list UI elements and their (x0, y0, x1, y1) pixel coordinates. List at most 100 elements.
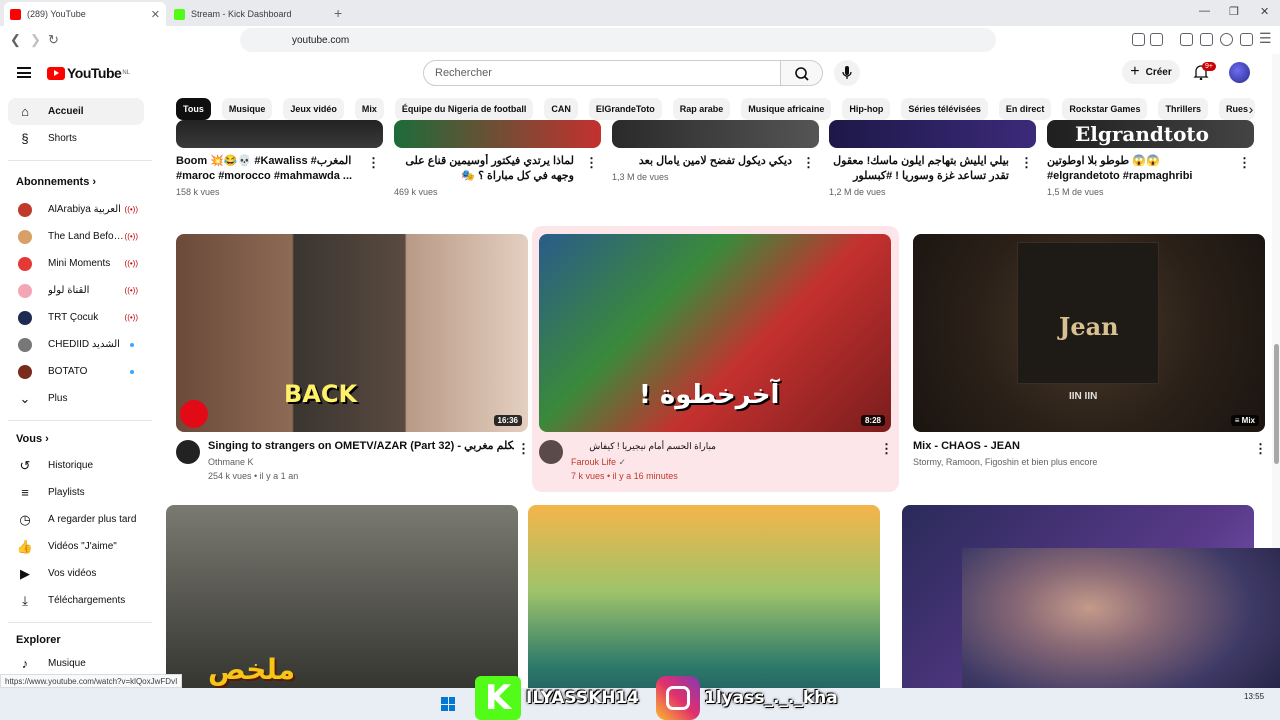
sidebar-item-subscription[interactable]: TRT Çocuk ((•)) (8, 304, 144, 331)
more-actions-icon[interactable]: ⋮ (1254, 442, 1267, 455)
start-tile (448, 704, 455, 711)
sidebar-item-home[interactable]: ⌂ Accueil (8, 98, 144, 125)
video-thumbnail[interactable]: Jean IIN IIN ≡ Mix (913, 234, 1265, 432)
video-title[interactable]: Boom 💥😂💀 #Kawaliss #المغرب #maroc #moroc… (176, 154, 356, 184)
filter-chip[interactable]: Hip-hop (842, 98, 891, 120)
windows-start-icon[interactable] (441, 697, 455, 711)
minimize-icon[interactable]: — (1199, 5, 1210, 17)
you-heading[interactable]: Vous › (16, 433, 49, 445)
filter-chip[interactable]: Mix (354, 98, 384, 120)
youtube-logo[interactable]: YouTube NL (47, 65, 130, 81)
sidebar-item-subscription[interactable]: BOTATO (8, 358, 144, 385)
filter-chip[interactable]: ElGrandeToto (588, 98, 662, 120)
more-actions-icon[interactable]: ⋮ (1020, 156, 1033, 169)
sidebar-item-liked[interactable]: 👍 Vidéos "J'aime" (8, 533, 144, 560)
extension-icon[interactable] (1132, 33, 1145, 46)
subscriptions-heading[interactable]: Abonnements › (16, 176, 96, 188)
filter-chip[interactable]: En direct (998, 98, 1052, 120)
video-thumbnail[interactable]: Elgrandtoto (1047, 120, 1254, 148)
sidebar-item-history[interactable]: ↺ Historique (8, 452, 144, 479)
video-thumbnail[interactable]: آخرخطوة ! 8:28 (539, 234, 891, 432)
shield-icon[interactable] (1240, 33, 1253, 46)
more-actions-icon[interactable]: ⋮ (1238, 156, 1251, 169)
video-title[interactable]: بيلي ايليش بتهاجم ايلون ماسك! معقول تقدر… (829, 154, 1009, 184)
hamburger-menu-icon[interactable] (17, 67, 31, 78)
notification-count-badge: 9+ (1202, 62, 1216, 71)
sidebar-item-subscription[interactable]: CHEDIID الشديد (8, 331, 144, 358)
wallet-icon[interactable] (1200, 33, 1213, 46)
new-tab-button[interactable]: + (334, 5, 342, 21)
mix-badge: ≡ Mix (1230, 415, 1259, 426)
maximize-icon[interactable]: ❐ (1229, 5, 1239, 18)
video-thumbnail[interactable] (829, 120, 1036, 148)
vpn-icon[interactable] (1220, 33, 1233, 46)
more-actions-icon[interactable]: ⋮ (367, 156, 380, 169)
sidebar-item-subscription[interactable]: The Land Before ... ((•)) (8, 223, 144, 250)
more-actions-icon[interactable]: ⋮ (517, 442, 530, 455)
video-thumbnail[interactable] (612, 120, 819, 148)
kick-letter: K (484, 678, 512, 718)
video-thumbnail[interactable] (176, 120, 383, 148)
search-input[interactable]: Rechercher (423, 60, 781, 86)
filter-chip[interactable]: Jeux vidéo (283, 98, 344, 120)
sidebar-item-label: BOTATO (48, 366, 88, 377)
filter-chip[interactable]: Équipe du Nigeria de football (394, 98, 534, 120)
sidebar-item-downloads[interactable]: ⤓ Téléchargements (8, 587, 144, 614)
filter-chip[interactable]: Rap arabe (672, 98, 731, 120)
sidebar-item-subscription[interactable]: القناة لولو ((•)) (8, 277, 144, 304)
instagram-username: 1lyass_._._kha (704, 688, 838, 708)
menu-icon[interactable]: ☰ (1259, 30, 1272, 47)
filter-chip[interactable]: Tous (176, 98, 211, 120)
filter-chip[interactable]: Rockstar Games (1062, 98, 1148, 120)
reload-icon[interactable]: ↻ (48, 32, 59, 48)
video-title[interactable]: طوطو بلا اوطوتين 😱😱 #elgrandetoto #rapma… (1047, 154, 1227, 184)
sidebar-item-more[interactable]: ⌄ Plus (8, 385, 144, 412)
filter-chip[interactable]: CAN (544, 98, 578, 120)
more-actions-icon[interactable]: ⋮ (880, 442, 893, 455)
close-window-icon[interactable]: ✕ (1260, 5, 1269, 18)
video-thumbnail[interactable]: BACK 16:36 (176, 234, 528, 432)
filter-chip[interactable]: Musique (221, 98, 273, 120)
sidebar-item-playlists[interactable]: ≡ Playlists (8, 479, 144, 506)
more-actions-icon[interactable]: ⋮ (585, 156, 598, 169)
channel-avatar[interactable] (176, 440, 200, 464)
channel-name[interactable]: Farouk Life ✓ (571, 455, 626, 469)
sidebar-item-subscription[interactable]: AlArabiya العربية ((•)) (8, 196, 144, 223)
divider (8, 420, 152, 421)
extension-icon[interactable] (1150, 33, 1163, 46)
video-title[interactable]: Singing to strangers on OMETV/AZAR (Part… (208, 439, 514, 454)
voice-search-button[interactable] (834, 60, 860, 86)
sidebar-item-subscription[interactable]: Mini Moments ((•)) (8, 250, 144, 277)
video-meta: 469 k vues (394, 187, 438, 197)
video-title[interactable]: مباراة الحسم أمام نيجيريا ! كيفاش نربحو … (571, 439, 716, 454)
forward-icon[interactable]: ❯ (30, 32, 41, 48)
address-bar[interactable]: youtube.com (240, 28, 996, 52)
sidebar-item-music[interactable]: ♪ Musique (8, 650, 144, 677)
sidebar-item-your-videos[interactable]: ▶ Vos vidéos (8, 560, 144, 587)
back-icon[interactable]: ❮ (10, 32, 21, 48)
video-title[interactable]: ديكي ديكول تفضح لامين يامال بعد الانفصال… (612, 154, 792, 169)
close-tab-icon[interactable]: ✕ (151, 8, 160, 21)
scrollbar-thumb[interactable] (1274, 344, 1279, 464)
video-title[interactable]: Mix - CHAOS - JEAN (913, 439, 1233, 454)
channel-name[interactable]: Othmane K (208, 455, 254, 469)
filter-chip[interactable]: Thrillers (1158, 98, 1208, 120)
channel-avatar[interactable] (539, 440, 563, 464)
more-actions-icon[interactable]: ⋮ (802, 156, 815, 169)
sidebar-item-shorts[interactable]: § Shorts (8, 125, 144, 152)
video-thumbnail[interactable] (394, 120, 601, 148)
logo-text: YouTube (67, 65, 122, 81)
filter-chip[interactable]: Musique africaine (741, 98, 832, 120)
search-button[interactable] (781, 60, 823, 86)
live-icon: ((•)) (124, 205, 138, 214)
chevron-right-icon[interactable]: › (1240, 98, 1262, 120)
video-title[interactable]: لماذا يرتدي فيكتور أوسيمين قناع على وجهه… (394, 154, 574, 184)
tab-kick[interactable]: Stream - Kick Dashboard (168, 2, 330, 26)
filter-chip[interactable]: Séries télévisées (901, 98, 988, 120)
account-avatar[interactable] (1229, 62, 1250, 83)
create-button[interactable]: + Créer (1122, 60, 1180, 84)
channel-avatar (18, 256, 32, 271)
tab-youtube[interactable]: (289) YouTube ✕ (4, 2, 166, 26)
sidebar-icon[interactable] (1180, 33, 1193, 46)
sidebar-item-watch-later[interactable]: ◷ À regarder plus tard (8, 506, 144, 533)
